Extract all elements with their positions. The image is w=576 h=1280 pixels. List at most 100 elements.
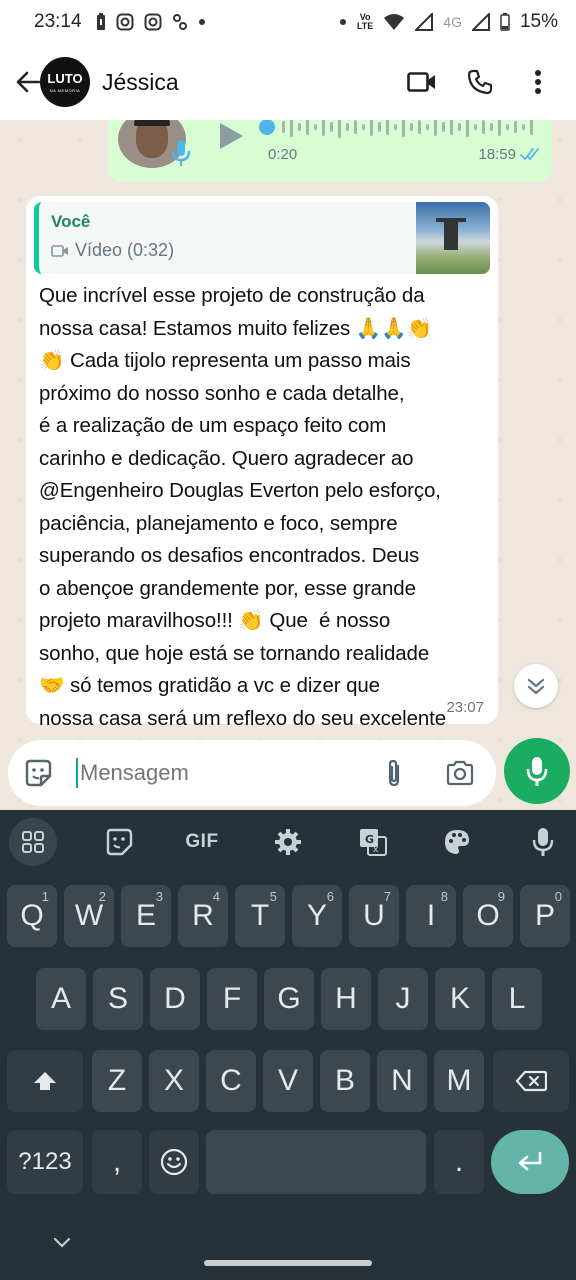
key-z[interactable]: Z (92, 1050, 142, 1112)
enter-key[interactable] (491, 1130, 569, 1194)
volte-icon: Vo LTE (356, 12, 374, 31)
keyboard-gif-button[interactable]: GIF (178, 818, 226, 866)
key-t[interactable]: T5 (235, 885, 285, 947)
key-d[interactable]: D (150, 968, 200, 1030)
key-n[interactable]: N (377, 1050, 427, 1112)
key-y[interactable]: Y6 (292, 885, 342, 947)
chevron-down-icon (53, 1237, 71, 1248)
key-x[interactable]: X (149, 1050, 199, 1112)
key-i[interactable]: I8 (406, 885, 456, 947)
key-o[interactable]: O9 (463, 885, 513, 947)
play-icon[interactable] (216, 120, 246, 152)
keyboard-theme-button[interactable] (433, 818, 481, 866)
video-call-button[interactable] (406, 66, 438, 98)
voice-call-button[interactable] (464, 66, 496, 98)
backspace-icon (515, 1070, 547, 1092)
quote-type-label: Vídeo (0:32) (75, 240, 175, 260)
shift-icon (34, 1072, 56, 1090)
spacebar-key[interactable] (206, 1130, 426, 1194)
keyboard-apps-button[interactable] (9, 818, 57, 866)
back-arrow-icon (16, 71, 41, 93)
keyboard-voice-button[interactable] (519, 818, 567, 866)
dot-icon (198, 19, 205, 25)
keyboard: GIF Gx Q1 W2 E3 R4 T5 Y6 U7 I8 O9 P0 A S… (0, 810, 576, 1280)
audio-duration: 0:20 (268, 146, 298, 163)
quote-author: Você (51, 212, 91, 231)
status-bar: 23:14 Vo LTE 4G 15% (0, 0, 576, 44)
contact-avatar[interactable]: LUTO NA MEMÓRIA (40, 57, 90, 107)
key-m[interactable]: M (434, 1050, 484, 1112)
symbols-key[interactable]: ?123 (7, 1130, 83, 1194)
settings-icon (275, 829, 301, 855)
emoji-key[interactable] (149, 1130, 199, 1194)
chat-header: LUTO NA MEMÓRIA Jéssica (0, 44, 576, 120)
key-w[interactable]: W2 (64, 885, 114, 947)
sticker-button[interactable] (20, 755, 56, 791)
backspace-key[interactable] (493, 1050, 569, 1112)
voice-record-button[interactable] (504, 738, 570, 804)
key-p[interactable]: P0 (520, 885, 570, 947)
key-k[interactable]: K (435, 968, 485, 1030)
shift-key[interactable] (7, 1050, 83, 1112)
sticker-icon (106, 828, 133, 856)
contact-name[interactable]: Jéssica (102, 69, 179, 96)
key-a[interactable]: A (36, 968, 86, 1030)
key-g[interactable]: G (264, 968, 314, 1030)
key-u[interactable]: U7 (349, 885, 399, 947)
signal-icon (415, 13, 434, 31)
read-ticks-icon (520, 148, 539, 160)
key-r[interactable]: R4 (178, 885, 228, 947)
camera-icon (446, 760, 474, 786)
message-time: 18:59 (478, 146, 516, 163)
video-thumbnail (416, 202, 490, 274)
keyboard-settings-button[interactable] (264, 818, 312, 866)
audio-message[interactable]: 0:20 18:59 (108, 120, 552, 182)
key-h[interactable]: H (321, 968, 371, 1030)
battery-saver-icon (96, 13, 105, 30)
enter-icon (518, 1151, 542, 1171)
key-s[interactable]: S (93, 968, 143, 1030)
message-composer[interactable] (8, 740, 496, 806)
hide-keyboard-button[interactable] (52, 1236, 72, 1255)
emoji-icon (160, 1148, 188, 1176)
svg-text:x: x (373, 845, 379, 855)
comma-key[interactable]: , (92, 1130, 142, 1194)
period-key[interactable]: . (434, 1130, 484, 1194)
message-input[interactable] (80, 760, 340, 786)
scroll-down-button[interactable] (514, 664, 558, 708)
keyboard-sticker-button[interactable] (95, 818, 143, 866)
camera-button[interactable] (440, 755, 480, 791)
chat-area[interactable]: 0:20 18:59 Você Vídeo (0:32) Que incríve… (0, 120, 576, 810)
avatar-text: LUTO (47, 71, 83, 86)
video-icon (51, 244, 68, 257)
avatar-subtext: NA MEMÓRIA (49, 88, 81, 93)
attach-button[interactable] (376, 755, 412, 791)
network-type: 4G (443, 14, 462, 30)
key-f[interactable]: F (207, 968, 257, 1030)
key-b[interactable]: B (320, 1050, 370, 1112)
instagram-icon (116, 13, 134, 31)
mic-icon (526, 757, 548, 786)
more-vert-icon (535, 70, 541, 94)
palette-icon (445, 830, 469, 854)
key-v[interactable]: V (263, 1050, 313, 1112)
status-time: 23:14 (34, 11, 82, 32)
phone-icon (467, 69, 493, 95)
key-q[interactable]: Q1 (7, 885, 57, 947)
battery-icon (500, 13, 510, 31)
navigation-handle[interactable] (204, 1260, 372, 1266)
incoming-message[interactable]: Você Vídeo (0:32) Que incrível esse proj… (26, 196, 498, 762)
key-e[interactable]: E3 (121, 885, 171, 947)
quoted-message[interactable]: Você Vídeo (0:32) (34, 202, 490, 274)
mic-icon (171, 140, 191, 166)
keyboard-translate-button[interactable]: Gx (349, 818, 397, 866)
audio-waveform[interactable] (258, 120, 543, 140)
more-options-button[interactable] (522, 66, 554, 98)
key-j[interactable]: J (378, 968, 428, 1030)
key-l[interactable]: L (492, 968, 542, 1030)
key-c[interactable]: C (206, 1050, 256, 1112)
translate-icon: Gx (360, 829, 387, 856)
signal-icon (471, 13, 490, 31)
dot-icon (339, 19, 346, 25)
message-time: 23:07 (446, 699, 484, 716)
